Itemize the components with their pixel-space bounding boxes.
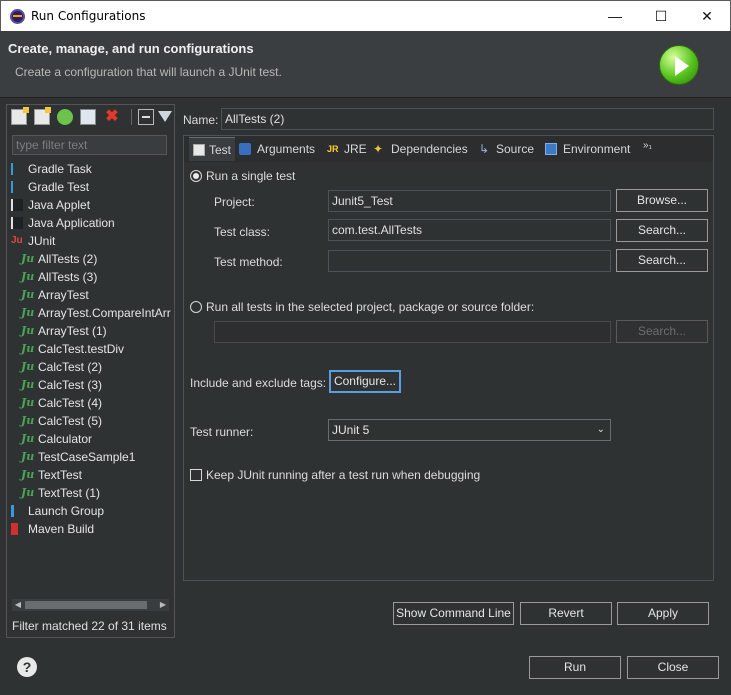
horizontal-scrollbar[interactable]: ◀ ▶ [12, 599, 169, 611]
test-runner-select[interactable]: JUnit 5 ⌄ [328, 419, 611, 441]
configuration-tree: Gradle Task Gradle Test Java Applet Java… [11, 162, 171, 536]
test-class-value: com.test.AllTests [332, 223, 423, 237]
jre-icon: JR [327, 144, 339, 154]
scrollbar-thumb[interactable] [25, 601, 147, 609]
delete-configuration-icon[interactable]: ✖ [104, 109, 120, 125]
more-tabs-chevron-icon[interactable]: »₁ [643, 140, 652, 151]
configure-tags-button[interactable]: Configure... [329, 370, 401, 393]
scroll-left-icon[interactable]: ◀ [12, 599, 24, 611]
keep-running-checkbox[interactable] [190, 469, 202, 481]
minimize-button[interactable]: — [592, 1, 638, 31]
scroll-right-icon[interactable]: ▶ [157, 599, 169, 611]
configuration-list-panel: ✖ Gradle Task Gradle Test Java Applet Ja… [6, 104, 175, 638]
tab-test[interactable]: Test [189, 137, 235, 161]
gradle-icon [11, 181, 23, 193]
junit-config-icon: Ju [21, 252, 35, 265]
filter-input[interactable] [12, 135, 167, 155]
junit-config-icon: Ju [21, 432, 35, 445]
junit-config-icon: Ju [21, 324, 35, 337]
test-class-label: Test class: [214, 225, 271, 239]
dependencies-icon: ✦ [373, 142, 384, 156]
apply-button[interactable]: Apply [617, 602, 709, 625]
test-runner-value: JUnit 5 [332, 423, 370, 437]
junit-config-icon: Ju [21, 486, 35, 499]
test-method-field[interactable] [328, 250, 611, 272]
run-single-test-label: Run a single test [206, 169, 296, 183]
tab-environment[interactable]: Environment [545, 137, 635, 161]
title-bar: Run Configurations — ☐ ✕ [0, 0, 731, 31]
tab-arguments[interactable]: Arguments [239, 137, 323, 161]
tab-source[interactable]: ↳ Source [479, 137, 539, 161]
junit-config-icon: Ju [21, 450, 35, 463]
tab-jre[interactable]: JR JRE [327, 137, 367, 161]
tags-label: Include and exclude tags: [190, 376, 327, 390]
junit-config-icon: Ju [21, 468, 35, 481]
maximize-button[interactable]: ☐ [638, 1, 684, 31]
configuration-tabs: Test Arguments JR JRE ✦ Dependencies ↳ S… [183, 135, 714, 581]
filter-status-text: Filter matched 22 of 31 items [12, 619, 167, 633]
eclipse-icon [10, 9, 25, 24]
dialog-header: Create, manage, and run configurations C… [0, 31, 731, 98]
duplicate-configuration-icon[interactable] [80, 109, 96, 125]
maven-icon [11, 523, 18, 535]
test-icon [193, 144, 205, 156]
project-field[interactable]: Junit5_Test [328, 190, 611, 212]
name-label: Name: [183, 113, 219, 127]
test-class-field[interactable]: com.test.AllTests [328, 219, 611, 241]
junit-config-icon: Ju [21, 396, 35, 409]
tab-dependencies[interactable]: ✦ Dependencies [373, 137, 469, 161]
keep-running-label: Keep JUnit running after a test run when… [206, 468, 481, 482]
test-tab-content: Run a single test Project: Junit5_Test B… [184, 162, 713, 580]
environment-icon [545, 143, 557, 155]
junit-config-icon: Ju [21, 288, 35, 301]
run-button[interactable]: Run [529, 656, 621, 679]
source-icon: ↳ [479, 142, 490, 156]
run-single-test-radio[interactable] [190, 170, 202, 182]
new-prototype-icon[interactable] [34, 107, 51, 125]
toolbar-separator [131, 109, 132, 125]
tab-bar: Test Arguments JR JRE ✦ Dependencies ↳ S… [184, 136, 713, 162]
run-all-tests-radio[interactable] [190, 301, 202, 313]
close-window-button[interactable]: ✕ [684, 1, 730, 31]
junit-config-icon: Ju [21, 306, 35, 319]
search-method-button[interactable]: Search... [616, 249, 708, 272]
junit-config-icon: Ju [21, 378, 35, 391]
search-container-button[interactable]: Search... [616, 320, 708, 343]
test-runner-label: Test runner: [190, 425, 254, 439]
close-button[interactable]: Close [627, 656, 719, 679]
export-configuration-icon[interactable] [57, 109, 73, 125]
config-toolbar: ✖ [7, 105, 174, 129]
launch-group-icon [11, 505, 23, 517]
header-subtitle: Create a configuration that will launch … [15, 65, 282, 79]
container-field[interactable] [214, 321, 611, 343]
revert-button[interactable]: Revert [520, 602, 612, 625]
show-command-line-button[interactable]: Show Command Line [393, 602, 514, 625]
name-input[interactable]: AllTests (2) [221, 108, 714, 130]
project-value: Junit5_Test [332, 194, 393, 208]
window-title: Run Configurations [31, 9, 146, 23]
chevron-down-icon: ⌄ [596, 424, 605, 435]
search-class-button[interactable]: Search... [616, 219, 708, 242]
filter-icon[interactable] [158, 111, 172, 122]
name-value: AllTests (2) [225, 112, 285, 126]
help-icon[interactable]: ? [17, 657, 37, 677]
header-title: Create, manage, and run configurations [8, 41, 254, 56]
junit-config-icon: Ju [21, 342, 35, 355]
new-configuration-icon[interactable] [11, 107, 29, 125]
collapse-all-icon[interactable] [138, 109, 154, 125]
browse-button[interactable]: Browse... [616, 189, 708, 212]
junit-config-icon: Ju [21, 270, 35, 283]
run-banner-icon [659, 45, 699, 85]
java-applet-icon [11, 199, 23, 211]
junit-icon: Ju [11, 235, 23, 246]
project-label: Project: [214, 195, 255, 209]
run-all-tests-label: Run all tests in the selected project, p… [206, 300, 535, 314]
junit-config-icon: Ju [21, 360, 35, 373]
java-application-icon [11, 217, 23, 229]
junit-config-icon: Ju [21, 414, 35, 427]
arguments-icon [239, 143, 251, 155]
test-method-label: Test method: [214, 255, 283, 269]
gradle-icon [11, 163, 23, 175]
